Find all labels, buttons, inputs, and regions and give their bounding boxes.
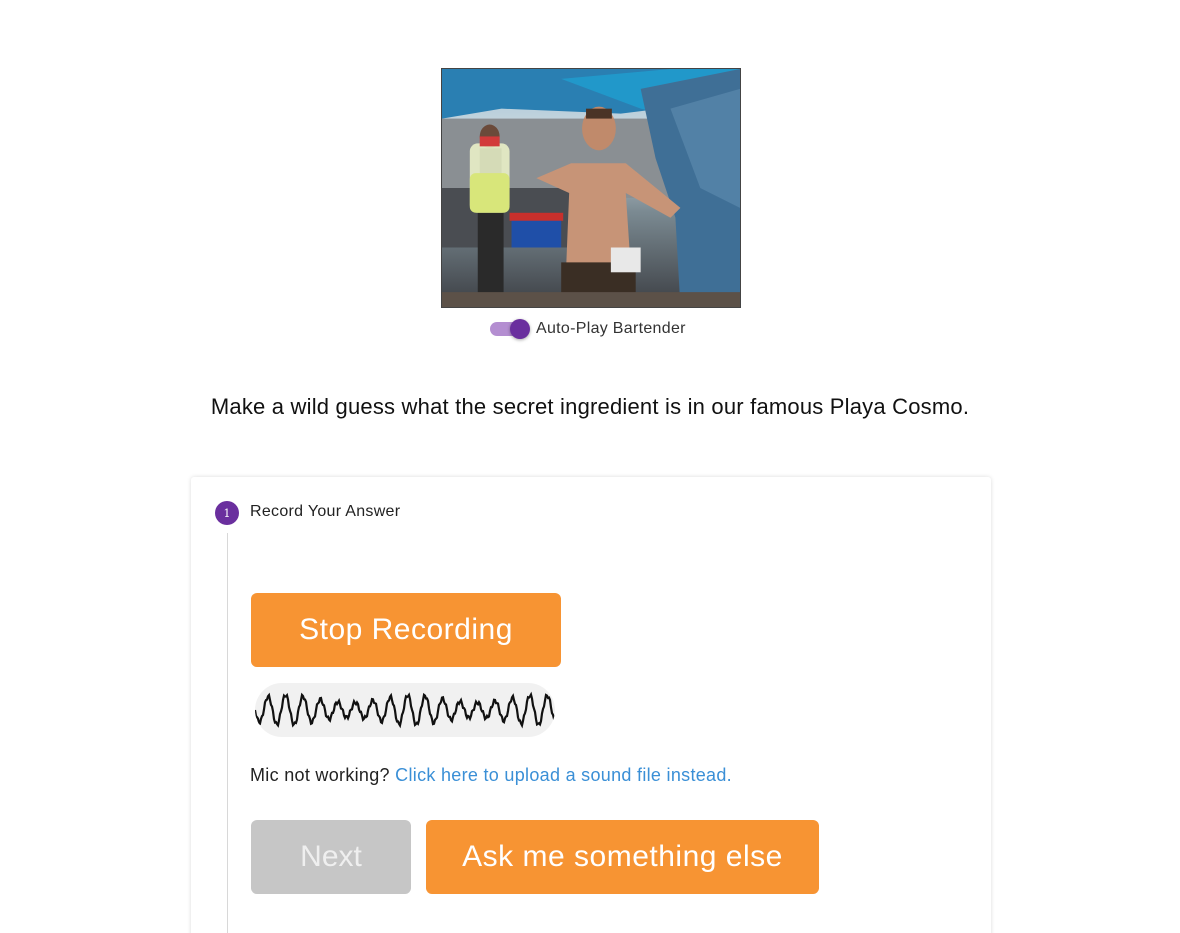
toggle-knob	[510, 319, 530, 339]
step-connector-line	[227, 533, 228, 933]
page: Auto-Play Bartender Make a wild guess wh…	[0, 0, 1180, 933]
bartender-photo-art	[442, 69, 740, 307]
step-number-badge: 1	[215, 501, 239, 525]
question-text: Make a wild guess what the secret ingred…	[210, 394, 970, 419]
step-title: Record Your Answer	[250, 503, 401, 520]
step-card: 1 Record Your Answer Stop Recording Mic …	[191, 477, 991, 933]
autoplay-toggle-row: Auto-Play Bartender	[490, 317, 686, 341]
mic-help-text: Mic not working?	[250, 765, 390, 785]
mic-help-row: Mic not working? Click here to upload a …	[250, 765, 732, 786]
upload-sound-link[interactable]: Click here to upload a sound file instea…	[395, 765, 732, 785]
bartender-photo	[441, 68, 741, 308]
autoplay-toggle-label: Auto-Play Bartender	[536, 320, 686, 337]
waveform-icon	[255, 691, 555, 729]
ask-something-else-button[interactable]: Ask me something else	[426, 820, 819, 894]
stop-recording-button[interactable]: Stop Recording	[251, 593, 561, 667]
audio-waveform	[255, 683, 555, 737]
autoplay-toggle[interactable]	[490, 319, 530, 339]
next-button[interactable]: Next	[251, 820, 411, 894]
